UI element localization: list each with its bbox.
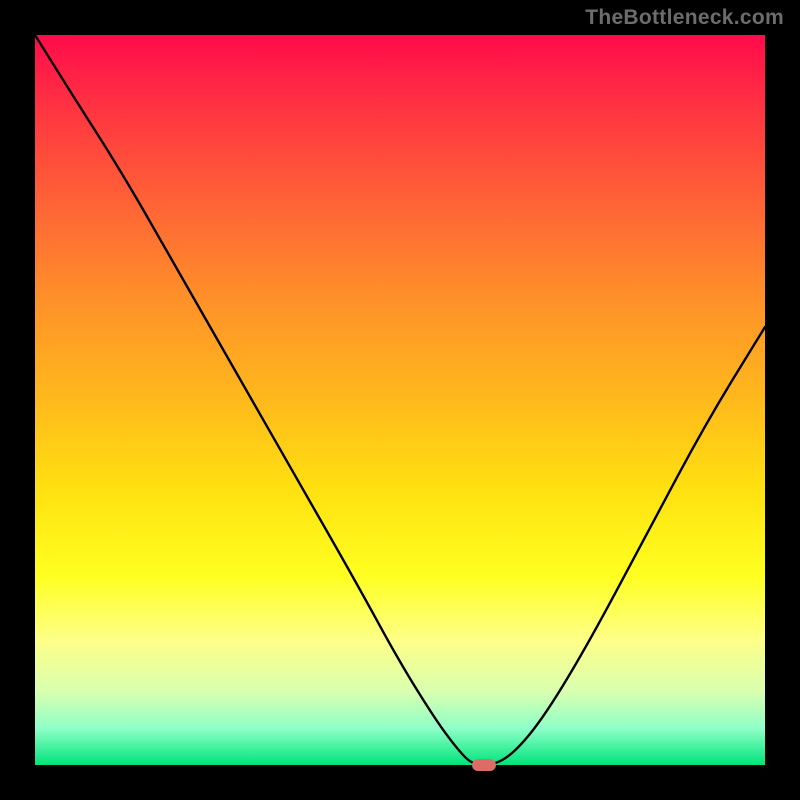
attribution-text: TheBottleneck.com (585, 6, 784, 30)
optimal-marker (472, 759, 496, 771)
chart-frame: TheBottleneck.com (0, 0, 800, 800)
bottleneck-curve (35, 35, 765, 765)
plot-area (35, 35, 765, 765)
